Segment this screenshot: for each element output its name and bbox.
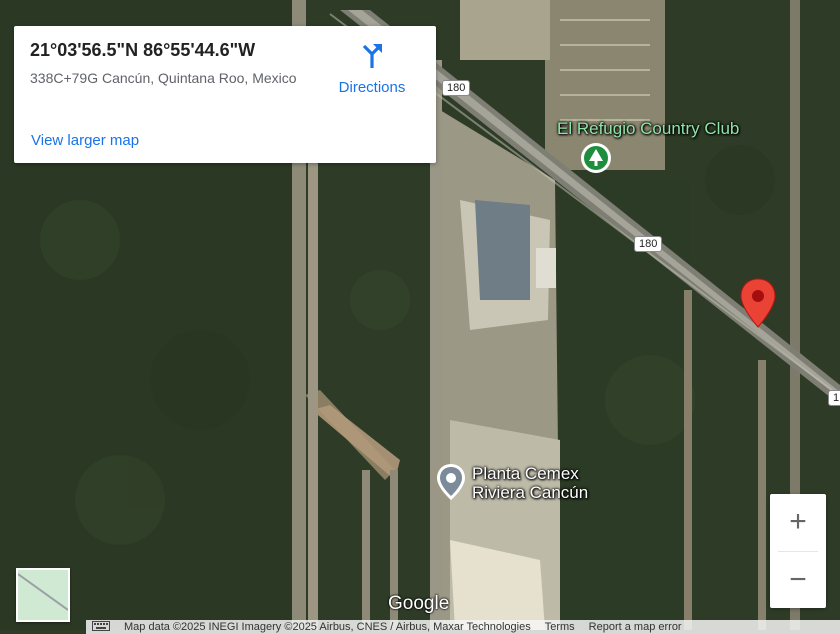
keyboard-icon[interactable] [92, 620, 110, 634]
view-larger-map-link[interactable]: View larger map [31, 132, 139, 149]
map-footer: Map data ©2025 INEGI Imagery ©2025 Airbu… [86, 620, 840, 634]
place-pin-icon[interactable] [434, 462, 468, 502]
roadmap-thumbnail-icon [17, 570, 69, 620]
map-type-toggle[interactable] [16, 568, 70, 622]
zoom-out-button[interactable]: − [770, 552, 826, 608]
road-shield: 180 [442, 80, 471, 96]
road-shield: 180 [634, 236, 663, 252]
place-label-cemex[interactable]: Planta Cemex Riviera Cancún [472, 464, 588, 502]
zoom-controls: + − [770, 494, 826, 608]
zoom-in-button[interactable]: + [770, 494, 826, 550]
park-tree-icon[interactable] [580, 142, 612, 174]
place-info-card: 21°03'56.5"N 86°55'44.6"W 338C+79G Cancú… [14, 26, 436, 163]
place-label-cemex-line2: Riviera Cancún [472, 483, 589, 502]
directions-icon [358, 44, 386, 74]
address-text: 338C+79G Cancún, Quintana Roo, Mexico [30, 70, 297, 86]
place-label-el-refugio[interactable]: El Refugio Country Club [557, 119, 739, 138]
map-data-attribution: Map data ©2025 INEGI Imagery ©2025 Airbu… [124, 621, 531, 633]
road-shield: 1 [828, 390, 840, 406]
terms-link[interactable]: Terms [545, 621, 575, 633]
directions-button[interactable]: Directions [332, 42, 412, 96]
red-location-pin-icon[interactable] [739, 278, 777, 328]
directions-label: Directions [338, 79, 406, 96]
report-map-error-link[interactable]: Report a map error [589, 621, 682, 633]
google-logo: Google [388, 593, 450, 614]
place-label-cemex-line1: Planta Cemex [472, 464, 579, 483]
